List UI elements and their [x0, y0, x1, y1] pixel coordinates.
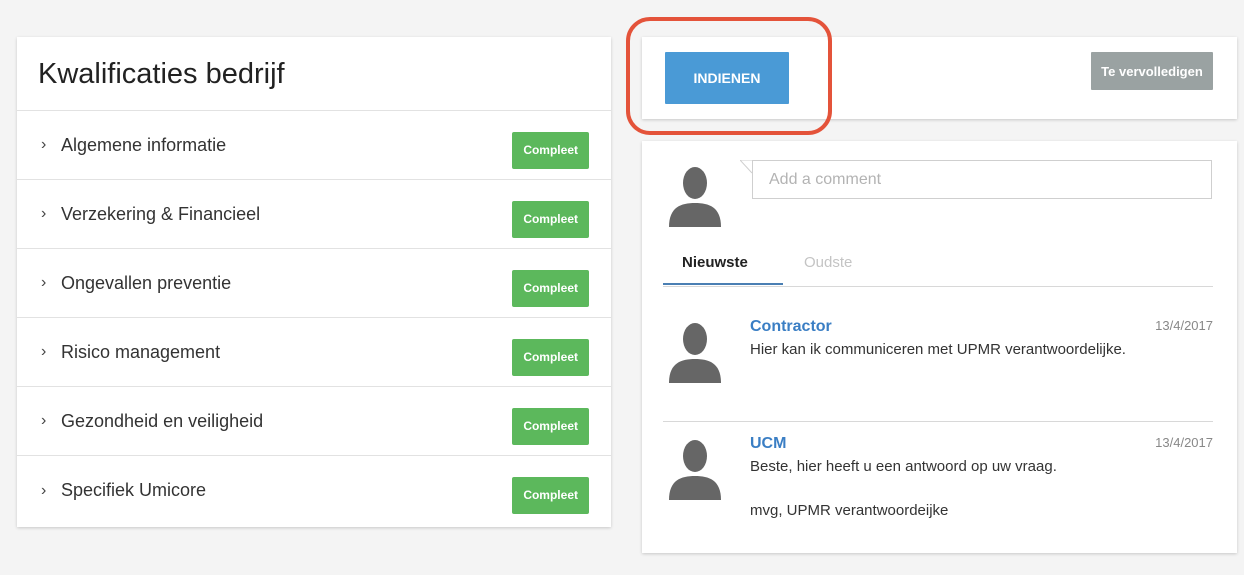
- comment-author[interactable]: Contractor: [750, 318, 832, 336]
- comment-input[interactable]: [752, 160, 1212, 199]
- status-badge: Compleet: [512, 407, 589, 445]
- chevron-right-icon: ›: [41, 412, 47, 429]
- comment-item: UCM 13/4/2017 Beste, hier heeft u een an…: [663, 435, 1213, 535]
- section-row-specifiek-umicore[interactable]: › Specifiek Umicore Compleet: [17, 456, 611, 525]
- comments-panel: Nieuwste Oudste Contractor 13/4/2017 Hie…: [642, 141, 1237, 553]
- status-badge: Compleet: [512, 477, 589, 514]
- comment-date: 13/4/2017: [1155, 435, 1213, 450]
- section-label: Gezondheid en veiligheid: [61, 410, 264, 431]
- section-row-verzekering-financieel[interactable]: › Verzekering & Financieel Compleet: [17, 180, 611, 249]
- chevron-right-icon: ›: [41, 136, 47, 153]
- chevron-right-icon: ›: [41, 481, 47, 499]
- tab-oldest[interactable]: Oudste: [804, 253, 852, 285]
- user-avatar-icon: [667, 321, 723, 383]
- comment-sort-tabs: Nieuwste Oudste: [663, 253, 1213, 287]
- status-badge: Compleet: [512, 338, 589, 376]
- status-badge: Compleet: [512, 269, 589, 307]
- user-avatar-icon: [667, 165, 723, 227]
- chevron-right-icon: ›: [41, 274, 47, 291]
- section-row-gezondheid-veiligheid[interactable]: › Gezondheid en veiligheid Compleet: [17, 387, 611, 456]
- comment-date: 13/4/2017: [1155, 318, 1213, 333]
- comment-divider: [663, 421, 1213, 422]
- comment-item: Contractor 13/4/2017 Hier kan ik communi…: [663, 318, 1213, 408]
- section-label: Ongevallen preventie: [61, 272, 232, 293]
- section-row-risico-management[interactable]: › Risico management Compleet: [17, 318, 611, 387]
- actions-panel: INDIENEN Te vervolledigen: [642, 37, 1237, 119]
- section-label: Verzekering & Financieel: [61, 203, 261, 224]
- chevron-right-icon: ›: [41, 205, 47, 222]
- to-complete-button[interactable]: Te vervolledigen: [1091, 52, 1213, 90]
- section-row-algemene-informatie[interactable]: › Algemene informatie Compleet: [17, 111, 611, 180]
- status-badge: Compleet: [512, 131, 589, 169]
- comment-pointer-icon: [740, 160, 752, 174]
- status-badge: Compleet: [512, 200, 589, 238]
- chevron-right-icon: ›: [41, 343, 47, 360]
- section-label: Risico management: [61, 341, 221, 362]
- user-avatar-icon: [667, 438, 723, 500]
- section-label: Algemene informatie: [61, 134, 227, 155]
- comment-text: Beste, hier heeft u een antwoord op uw v…: [750, 458, 1057, 519]
- panel-title: Kwalificaties bedrijf: [17, 37, 611, 111]
- qualifications-panel: Kwalificaties bedrijf › Algemene informa…: [17, 37, 611, 527]
- tab-newest[interactable]: Nieuwste: [663, 253, 783, 285]
- comment-text: Hier kan ik communiceren met UPMR verant…: [750, 341, 1126, 358]
- comment-author[interactable]: UCM: [750, 435, 786, 453]
- section-row-ongevallen-preventie[interactable]: › Ongevallen preventie Compleet: [17, 249, 611, 318]
- section-label: Specifiek Umicore: [61, 480, 207, 500]
- submit-button[interactable]: INDIENEN: [665, 52, 789, 104]
